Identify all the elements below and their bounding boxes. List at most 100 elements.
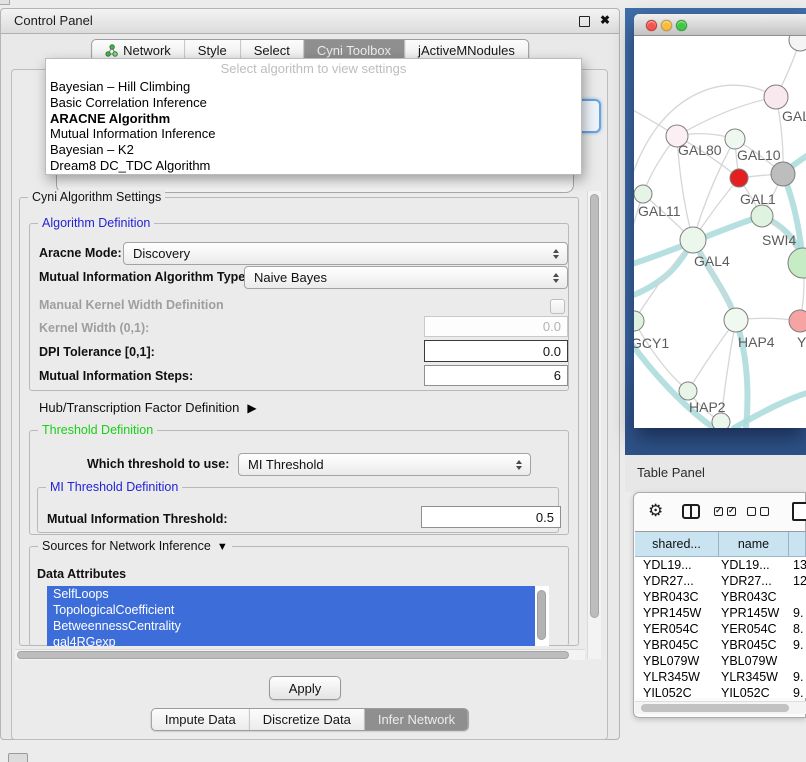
deselect-all-checkbox-icon[interactable] — [747, 507, 756, 516]
manual-kernel-label: Manual Kernel Width Definition — [39, 298, 224, 312]
file-icon[interactable] — [792, 502, 806, 521]
network-edge[interactable] — [677, 97, 776, 136]
minimize-traffic-light-icon[interactable] — [661, 20, 672, 31]
tab-impute-data[interactable]: Impute Data — [152, 709, 250, 730]
network-edge[interactable] — [634, 85, 776, 186]
network-node[interactable] — [764, 85, 788, 109]
tab-discretize-data[interactable]: Discretize Data — [250, 709, 365, 730]
which-threshold-select[interactable]: MI Threshold — [238, 453, 531, 476]
hub-definition-toggle[interactable]: Hub/Transcription Factor Definition▶ — [39, 400, 257, 415]
dropdown-item[interactable]: ARACNE Algorithm — [46, 111, 581, 127]
scrollbar-thumb[interactable] — [17, 651, 569, 659]
table-horizontal-scrollbar[interactable] — [635, 701, 806, 714]
table-row[interactable]: YDL19...YDL19...13 — [635, 557, 806, 573]
table-row[interactable]: YER054CYER054C8. — [635, 621, 806, 637]
network-edge[interactable] — [688, 320, 736, 391]
screen: Control Panel ✖ NetworkStyleSelectCyni T… — [0, 0, 806, 762]
combo-arrows-icon — [553, 273, 559, 283]
network-graph[interactable]: GALGAL80GAL10GAL1GAL11SWI4GAL4GCY1HAP4YH… — [634, 36, 806, 428]
group-title: Algorithm Definition — [38, 216, 154, 230]
tab-infer-network[interactable]: Infer Network — [365, 709, 468, 730]
network-node[interactable] — [730, 169, 748, 187]
table-cell: YPR145W — [721, 605, 779, 621]
network-window-titlebar[interactable] — [634, 14, 806, 36]
aracne-mode-select[interactable]: Discovery — [123, 242, 568, 265]
apply-button[interactable]: Apply — [269, 676, 341, 700]
table-cell: YER054C — [643, 621, 699, 637]
table-row[interactable]: YBR045CYBR045C9. — [635, 637, 806, 653]
network-node[interactable] — [789, 310, 806, 332]
table-body: YDL19...YDL19...13YDR27...YDR27...12YBR0… — [635, 557, 806, 698]
select-all-checkbox-icon[interactable]: ✓ — [714, 507, 723, 516]
network-node[interactable] — [679, 382, 697, 400]
dropdown-item[interactable]: Dream8 DC_TDC Algorithm — [46, 158, 581, 174]
table-row[interactable]: YBL079WYBL079W — [635, 653, 806, 669]
dropdown-item[interactable]: Bayesian – K2 — [46, 142, 581, 158]
mi-threshold-input[interactable] — [421, 506, 561, 528]
table-row[interactable]: YLR345WYLR345W9. — [635, 669, 806, 685]
table-cell: YDR27... — [643, 573, 694, 589]
network-node[interactable] — [680, 227, 706, 253]
dropdown-item[interactable]: Mutual Information Inference — [46, 126, 581, 142]
column-header[interactable]: shared... — [635, 532, 719, 556]
network-edge[interactable] — [693, 240, 736, 320]
data-attribute-item[interactable]: gal4RGexp — [47, 634, 535, 646]
close-traffic-light-icon[interactable] — [646, 20, 657, 31]
data-attribute-item[interactable]: TopologicalCoefficient — [47, 602, 535, 618]
column-header[interactable]: name — [719, 532, 789, 556]
settings-vertical-scrollbar[interactable] — [587, 191, 601, 659]
data-attributes-list[interactable]: SelfLoopsTopologicalCoefficientBetweenne… — [47, 586, 549, 646]
aracne-mode-value: Discovery — [133, 246, 190, 261]
deselect-all-checkbox-icon[interactable] — [760, 507, 769, 516]
mi-steps-label: Mutual Information Steps: — [39, 369, 193, 383]
network-view-window[interactable]: GALGAL80GAL10GAL1GAL11SWI4GAL4GCY1HAP4YH… — [634, 14, 806, 428]
cyni-bottom-tabbar: Impute DataDiscretize DataInfer Network — [151, 708, 469, 731]
columns-icon[interactable] — [682, 504, 700, 519]
table-row[interactable]: YBR043CYBR043C — [635, 589, 806, 605]
node-label: GAL80 — [678, 142, 722, 158]
control-panel-titlebar[interactable]: Control Panel ✖ — [1, 9, 619, 34]
data-attribute-item[interactable]: BetweennessCentrality — [47, 618, 535, 634]
network-node[interactable] — [634, 185, 652, 203]
network-icon — [105, 44, 118, 57]
float-window-icon[interactable] — [579, 16, 590, 27]
data-attribute-item[interactable]: SelfLoops — [47, 586, 535, 602]
network-node[interactable] — [724, 308, 748, 332]
table-row[interactable]: YPR145WYPR145W9. — [635, 605, 806, 621]
dropdown-item[interactable]: Bayesian – Hill Climbing — [46, 79, 581, 95]
network-desktop: GALGAL80GAL10GAL1GAL11SWI4GAL4GCY1HAP4YH… — [625, 8, 806, 455]
network-canvas[interactable]: GALGAL80GAL10GAL1GAL11SWI4GAL4GCY1HAP4YH… — [634, 36, 806, 428]
network-node[interactable] — [725, 129, 745, 149]
network-node[interactable] — [712, 413, 730, 428]
list-scrollbar-thumb[interactable] — [537, 590, 546, 640]
expand-arrow-icon: ▶ — [247, 401, 256, 415]
close-icon[interactable]: ✖ — [600, 13, 610, 27]
node-label: GAL — [782, 108, 806, 124]
table-row[interactable]: YDR27...YDR27...12 — [635, 573, 806, 589]
aracne-mode-label: Aracne Mode: — [39, 246, 122, 260]
gear-icon[interactable]: ⚙ — [648, 501, 663, 521]
network-node[interactable] — [751, 205, 773, 227]
settings-horizontal-scrollbar[interactable] — [15, 649, 585, 660]
network-node[interactable] — [789, 36, 806, 51]
scrollbar-thumb[interactable] — [641, 704, 789, 712]
network-node[interactable] — [634, 311, 644, 331]
column-header[interactable] — [789, 532, 806, 556]
table-cell: YBR043C — [721, 589, 777, 605]
sources-toggle[interactable]: Sources for Network Inference▼ — [38, 539, 232, 553]
manual-kernel-checkbox[interactable] — [550, 299, 565, 314]
table-cell: YDL19... — [643, 557, 692, 573]
network-node[interactable] — [788, 248, 806, 278]
scrollbar-thumb[interactable] — [590, 194, 599, 618]
kernel-width-input[interactable] — [424, 316, 568, 337]
table-row[interactable]: YIL052CYIL052C9. — [635, 685, 806, 698]
dpi-tolerance-input[interactable] — [424, 340, 568, 362]
data-attributes-label: Data Attributes — [37, 567, 126, 581]
select-all-checkbox-icon[interactable]: ✓ — [727, 507, 736, 516]
zoom-traffic-light-icon[interactable] — [676, 20, 687, 31]
network-node[interactable] — [771, 162, 795, 186]
group-title: Threshold Definition — [38, 423, 157, 437]
mi-algorithm-type-select[interactable]: Naive Bayes — [244, 266, 568, 289]
mi-steps-input[interactable] — [424, 365, 568, 386]
dropdown-item[interactable]: Basic Correlation Inference — [46, 95, 581, 111]
